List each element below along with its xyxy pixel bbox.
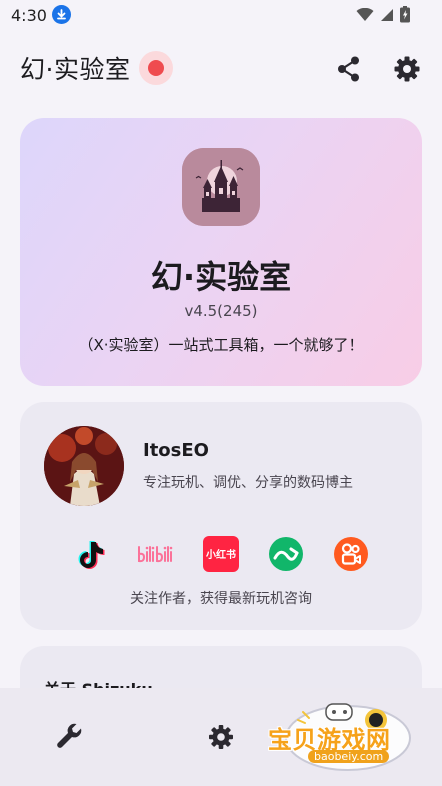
coolapk-icon bbox=[269, 537, 303, 571]
wrench-icon bbox=[57, 723, 82, 748]
author-name: ItosEO bbox=[143, 440, 209, 461]
tiktok-icon bbox=[78, 541, 105, 569]
gear-icon bbox=[394, 56, 420, 82]
gear-icon bbox=[209, 725, 233, 749]
coolapk-button[interactable] bbox=[267, 535, 305, 573]
social-links: 小红书 bbox=[20, 535, 422, 573]
tiktok-button[interactable] bbox=[74, 535, 112, 573]
watermark: 宝贝游戏网 baobeiy.com bbox=[262, 692, 432, 778]
app-description: （X·实验室）一站式工具箱，一个就够了！ bbox=[78, 336, 364, 354]
xiaohongshu-label: 小红书 bbox=[206, 550, 236, 561]
share-icon bbox=[338, 56, 359, 82]
author-card: ItosEO 专注玩机、调优、分享的数码博主 小红书 关注作者，获得最新玩机咨询 bbox=[20, 402, 422, 630]
app-title: 幻·实验室 bbox=[20, 55, 131, 84]
share-button[interactable] bbox=[334, 54, 364, 84]
kuaishou-icon bbox=[334, 537, 368, 571]
app-info-card: 幻·实验室 v4.5(245) （X·实验室）一站式工具箱，一个就够了！ bbox=[20, 118, 422, 386]
app-version: v4.5(245) bbox=[184, 302, 258, 320]
battery-icon bbox=[400, 6, 410, 23]
xiaohongshu-button[interactable]: 小红书 bbox=[202, 535, 240, 573]
author-avatar[interactable] bbox=[44, 426, 124, 506]
bilibili-icon bbox=[138, 546, 173, 563]
watermark-url: baobeiy.com bbox=[308, 750, 390, 763]
download-icon bbox=[52, 5, 71, 24]
signal-icon bbox=[381, 8, 393, 21]
status-bar: 4:30 bbox=[0, 0, 442, 32]
app-name: 幻·实验室 bbox=[150, 258, 292, 296]
record-indicator-icon[interactable] bbox=[139, 51, 173, 85]
nav-settings-tab[interactable] bbox=[206, 722, 236, 752]
app-logo-icon bbox=[182, 148, 260, 226]
status-time: 4:30 bbox=[11, 6, 47, 25]
bilibili-button[interactable] bbox=[136, 535, 178, 573]
author-bio: 专注玩机、调优、分享的数码博主 bbox=[143, 475, 353, 491]
settings-button[interactable] bbox=[392, 54, 422, 84]
follow-text: 关注作者，获得最新玩机咨询 bbox=[130, 591, 312, 607]
kuaishou-button[interactable] bbox=[332, 535, 370, 573]
nav-tools-tab[interactable] bbox=[55, 722, 85, 752]
wifi-icon bbox=[356, 7, 374, 21]
